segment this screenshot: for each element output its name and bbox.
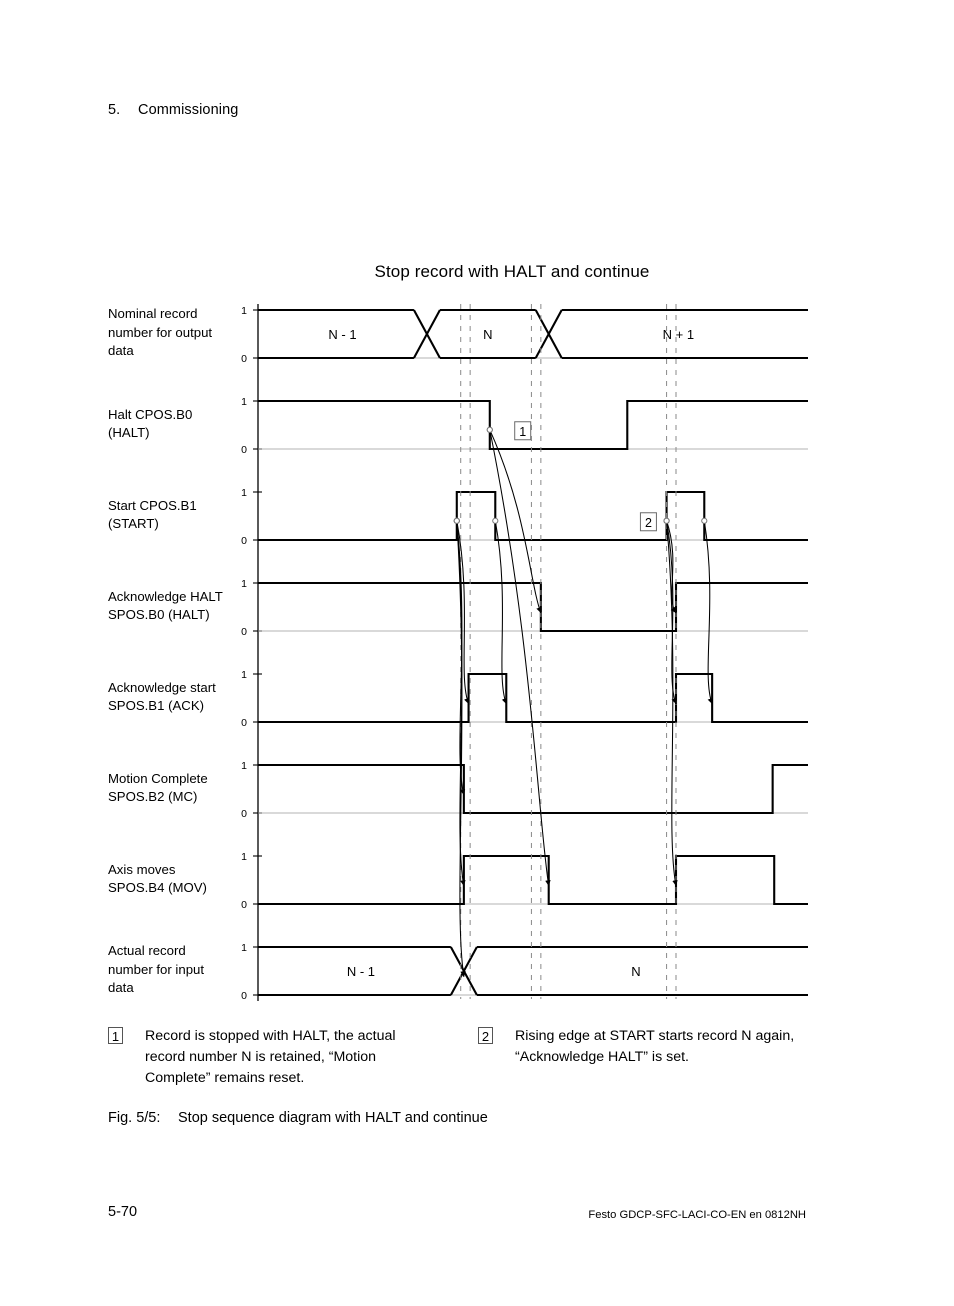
arrow-origin-dot <box>492 517 499 524</box>
signal-waveform <box>258 581 808 633</box>
y-axis-tick-label: 0 <box>241 444 247 456</box>
signal-row: 10 <box>241 669 808 729</box>
figure-footnotes: 1 Record is stopped with HALT, the actua… <box>108 1026 808 1101</box>
callout-marker-label: 2 <box>645 516 652 530</box>
footnote-2: 2 Rising edge at START starts record N a… <box>478 1026 808 1068</box>
chapter-heading: 5. Commissioning <box>108 102 238 118</box>
footnote-2-text: Rising edge at START starts record N aga… <box>515 1028 795 1065</box>
causal-arrow <box>666 520 677 705</box>
y-axis-tick-label: 0 <box>241 899 247 911</box>
signal-row: 10 <box>241 851 808 911</box>
signal-label: Actual record number for input data <box>108 943 205 996</box>
signal-row: 10 <box>241 760 808 820</box>
figure-caption: Fig. 5/5: Stop sequence diagram with HALT… <box>108 1110 488 1126</box>
signal-waveform <box>258 854 808 906</box>
timing-diagram: 10N - 1NN + 110101010101010N - 1N12 Nomi… <box>108 300 808 1040</box>
bus-value-label: N <box>631 964 640 979</box>
signal-label: Acknowledge start SPOS.B1 (ACK) <box>108 679 216 714</box>
causal-arrow <box>703 520 713 705</box>
signal-row: 10 <box>241 578 808 638</box>
figure-caption-text: Stop sequence diagram with HALT and cont… <box>178 1110 488 1126</box>
bus-value-label: N <box>483 327 492 342</box>
arrow-origin-dot <box>701 517 708 524</box>
signal-waveform <box>258 490 808 542</box>
page-number: 5-70 <box>108 1204 138 1220</box>
arrow-origin-dot <box>453 517 460 524</box>
signal-label: Acknowledge HALT SPOS.B0 (HALT) <box>108 588 223 623</box>
signal-waveform <box>258 763 808 815</box>
bus-value-label: N + 1 <box>663 327 694 342</box>
signal-label: Axis moves SPOS.B4 (MOV) <box>108 861 207 896</box>
causal-arrow <box>666 520 678 887</box>
signal-label: Start CPOS.B1 (START) <box>108 497 197 532</box>
signal-label: Motion Complete SPOS.B2 (MC) <box>108 770 208 805</box>
causal-arrow <box>489 429 551 887</box>
bus-waveform <box>449 946 478 996</box>
bus-value-label: N - 1 <box>328 327 356 342</box>
footnote-1-text: Record is stopped with HALT, the actual … <box>145 1028 396 1086</box>
callout-marker: 2 <box>639 512 657 532</box>
y-axis-tick-label: 0 <box>241 717 247 729</box>
arrow-origin-dot <box>486 426 493 433</box>
figure-title: Stop record with HALT and continue <box>0 262 954 282</box>
signal-row: 10N - 1N <box>241 942 808 1002</box>
footer-imprint: Festo GDCP-SFC-LACI-CO-EN en 0812NH <box>588 1209 806 1221</box>
footnote-1: 1 Record is stopped with HALT, the actua… <box>108 1026 438 1089</box>
bus-value-label: N - 1 <box>347 964 375 979</box>
causal-arrow <box>494 520 507 705</box>
figure-caption-label: Fig. 5/5: <box>108 1110 161 1126</box>
signal-waveform <box>258 399 808 451</box>
signal-label: Nominal record number for output data <box>108 306 213 359</box>
footnote-1-marker: 1 <box>108 1027 123 1044</box>
signal-waveform <box>258 672 808 724</box>
chapter-title: Commissioning <box>138 102 239 118</box>
signal-row: 10N - 1NN + 1 <box>241 305 808 365</box>
arrow-origin-dot <box>663 517 670 524</box>
document-page: 5. Commissioning Stop record with HALT an… <box>0 0 954 1306</box>
y-axis-tick-label: 0 <box>241 535 247 547</box>
y-axis-tick-label: 0 <box>241 626 247 638</box>
figure-title-text: Stop record with HALT and continue <box>374 262 650 281</box>
chapter-number: 5. <box>108 102 121 118</box>
footnote-2-marker: 2 <box>478 1027 493 1044</box>
callout-marker-label: 1 <box>519 425 526 439</box>
signal-label: Halt CPOS.B0 (HALT) <box>108 406 193 441</box>
y-axis-tick-label: 0 <box>241 808 247 820</box>
callout-marker: 1 <box>514 421 532 441</box>
